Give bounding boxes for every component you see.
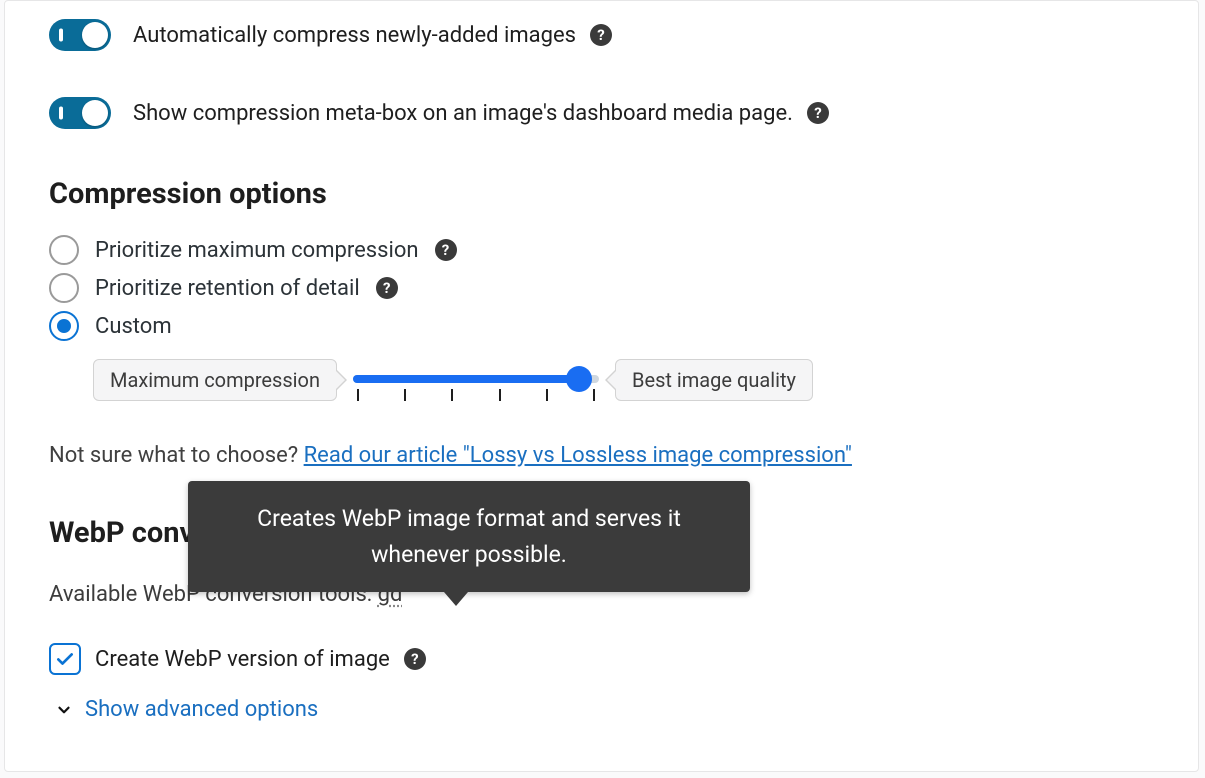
hint-prefix: Not sure what to choose?: [49, 443, 304, 468]
radio-row-retain-detail: Prioritize retention of detail ?: [49, 273, 1154, 303]
help-icon[interactable]: ?: [404, 648, 426, 670]
slider-min-pill: Maximum compression: [93, 359, 337, 401]
show-advanced-link[interactable]: Show advanced options: [55, 697, 1154, 722]
settings-content: Automatically compress newly-added image…: [5, 1, 1198, 722]
hint-link[interactable]: Read our article "Lossy vs Lossless imag…: [304, 443, 852, 468]
radio-row-max-compression: Prioritize maximum compression ?: [49, 235, 1154, 265]
toggle-meta-box[interactable]: [49, 97, 111, 129]
help-icon[interactable]: ?: [376, 277, 398, 299]
label-text: Show compression meta-box on an image's …: [133, 101, 793, 126]
toggle-auto-compress[interactable]: [49, 19, 111, 51]
help-icon[interactable]: ?: [435, 239, 457, 261]
compression-slider-row: Maximum compression Best image quality: [93, 359, 1154, 401]
compression-radio-group: Prioritize maximum compression ? Priorit…: [49, 235, 1154, 341]
toggle-auto-compress-label: Automatically compress newly-added image…: [133, 23, 612, 48]
compression-slider[interactable]: [353, 365, 599, 395]
compression-heading: Compression options: [49, 177, 1154, 211]
toggle-row-meta-box: Show compression meta-box on an image's …: [49, 97, 1154, 129]
compression-hint: Not sure what to choose? Read our articl…: [49, 443, 1154, 468]
label-text: Automatically compress newly-added image…: [133, 23, 576, 48]
radio-label: Prioritize maximum compression: [95, 238, 419, 263]
radio-label: Custom: [95, 314, 172, 339]
create-webp-checkbox[interactable]: [49, 643, 81, 675]
radio-custom[interactable]: [49, 311, 79, 341]
create-webp-label: Create WebP version of image: [95, 647, 390, 672]
radio-max-compression[interactable]: [49, 235, 79, 265]
help-icon[interactable]: ?: [807, 102, 829, 124]
create-webp-row: Create WebP version of image ?: [49, 643, 1154, 675]
check-icon: [55, 649, 75, 669]
toggle-meta-box-label: Show compression meta-box on an image's …: [133, 101, 829, 126]
toggle-row-auto-compress: Automatically compress newly-added image…: [49, 19, 1154, 51]
chevron-down-icon: [55, 701, 73, 719]
show-advanced-text: Show advanced options: [85, 697, 318, 722]
webp-tooltip: Creates WebP image format and serves it …: [188, 481, 750, 592]
slider-max-pill: Best image quality: [615, 359, 813, 401]
settings-panel: Automatically compress newly-added image…: [4, 0, 1199, 772]
help-icon[interactable]: ?: [590, 24, 612, 46]
radio-label: Prioritize retention of detail: [95, 276, 360, 301]
radio-retain-detail[interactable]: [49, 273, 79, 303]
radio-row-custom: Custom: [49, 311, 1154, 341]
